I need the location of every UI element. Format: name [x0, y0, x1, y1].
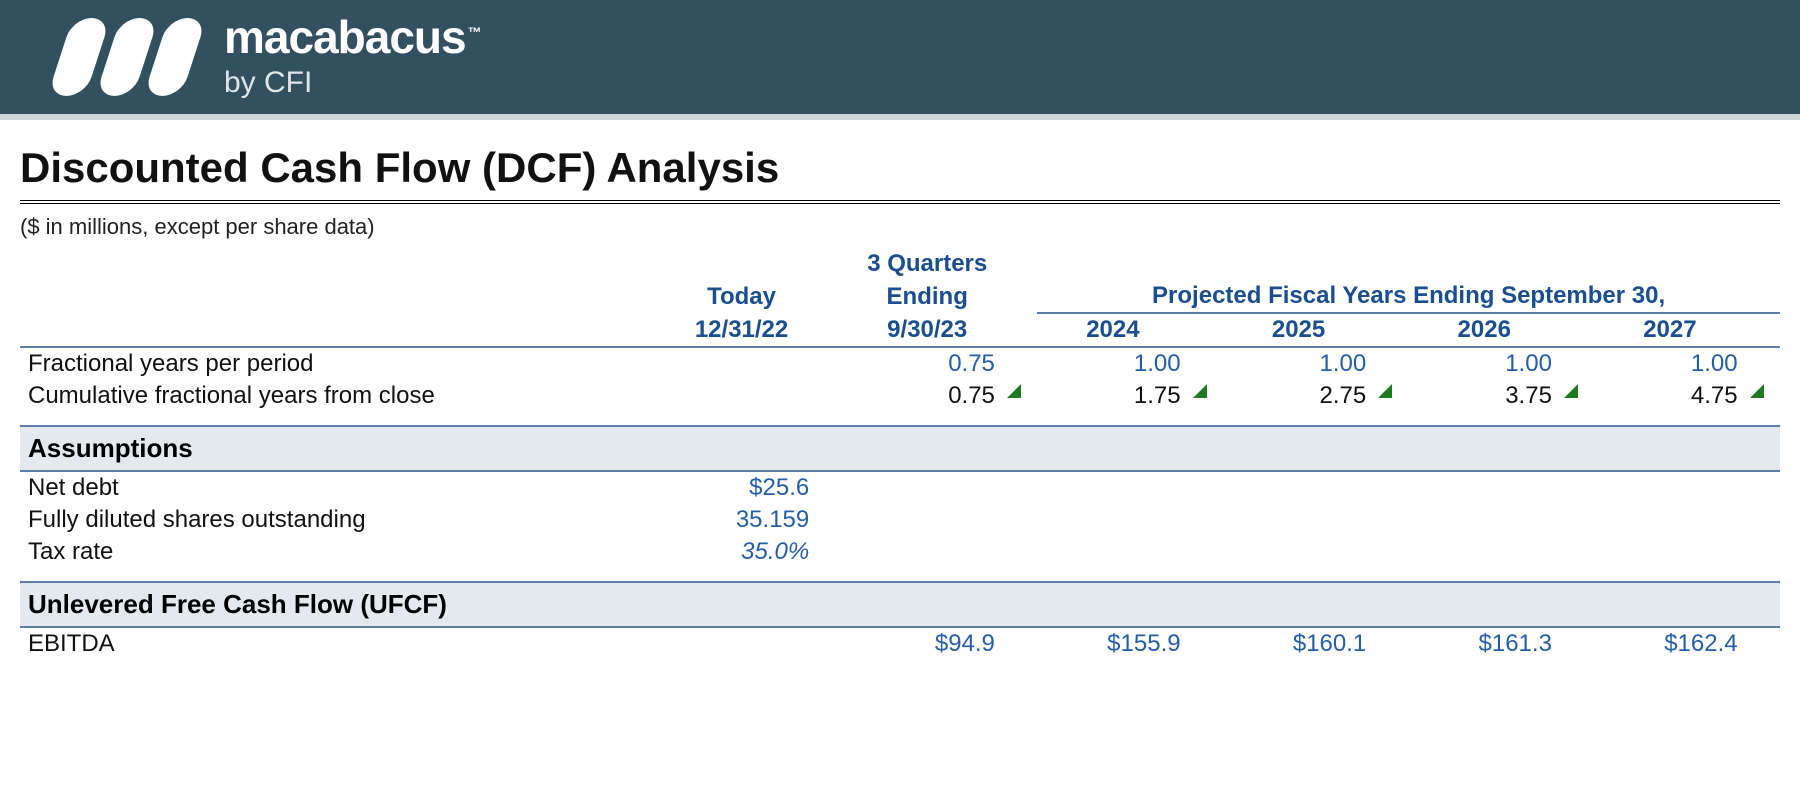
cell-value: $94.9 — [852, 627, 1003, 660]
dcf-table: 3 Quarters Today Ending Projected Fiscal… — [20, 248, 1780, 660]
header-year-2027: 2027 — [1594, 313, 1745, 347]
comment-flag-icon — [1564, 384, 1578, 398]
cell-value: $162.4 — [1594, 627, 1745, 660]
cell-value: 35.0% — [666, 536, 817, 568]
comment-flag-icon — [1750, 384, 1764, 398]
label-cumulative-years: Cumulative fractional years from close — [20, 380, 666, 412]
row-fractional-years: Fractional years per period 0.75 1.00 1.… — [20, 347, 1780, 380]
page-title: Discounted Cash Flow (DCF) Analysis — [20, 144, 1780, 204]
cell-value: 1.75 — [1037, 380, 1188, 412]
cell-value: 0.75 — [852, 380, 1003, 412]
header-stub-top: 3 Quarters — [852, 248, 1003, 280]
label-net-debt: Net debt — [20, 471, 666, 504]
comment-flag-icon — [1007, 384, 1021, 398]
label-fractional-years: Fractional years per period — [20, 347, 666, 380]
header-stub-date: 9/30/23 — [852, 313, 1003, 347]
cell-value: 35.159 — [666, 504, 817, 536]
cell-value: 1.00 — [1594, 347, 1745, 380]
label-ebitda: EBITDA — [20, 627, 666, 660]
cell-value: $155.9 — [1037, 627, 1188, 660]
row-tax-rate: Tax rate 35.0% — [20, 536, 1780, 568]
comment-flag-icon — [1378, 384, 1392, 398]
row-ebitda: EBITDA $94.9 $155.9 $160.1 $161.3 $162.4 — [20, 627, 1780, 660]
brand-name: macabacus — [224, 11, 466, 63]
section-assumptions: Assumptions — [20, 426, 1780, 471]
logo-text: macabacus™ by CFI — [224, 14, 481, 100]
row-cumulative-years: Cumulative fractional years from close 0… — [20, 380, 1780, 412]
comment-flag-icon — [1193, 384, 1207, 398]
header-year-2025: 2025 — [1223, 313, 1374, 347]
cell-value: 2.75 — [1223, 380, 1374, 412]
header-year-2026: 2026 — [1409, 313, 1560, 347]
section-assumptions-label: Assumptions — [20, 426, 1780, 471]
label-fdso: Fully diluted shares outstanding — [20, 504, 666, 536]
header-year-2024: 2024 — [1037, 313, 1188, 347]
logo-icon — [60, 18, 194, 96]
row-fdso: Fully diluted shares outstanding 35.159 — [20, 504, 1780, 536]
cell-value: 4.75 — [1594, 380, 1745, 412]
header-projected-label: Projected Fiscal Years Ending September … — [1037, 280, 1780, 313]
label-tax-rate: Tax rate — [20, 536, 666, 568]
cell-value: 0.75 — [852, 347, 1003, 380]
header-today-label: Today — [666, 280, 817, 313]
cell-value: 1.00 — [1223, 347, 1374, 380]
row-net-debt: Net debt $25.6 — [20, 471, 1780, 504]
cell-value: 3.75 — [1409, 380, 1560, 412]
section-ufcf-label: Unlevered Free Cash Flow (UFCF) — [20, 582, 1780, 627]
header-today-date: 12/31/22 — [666, 313, 817, 347]
section-ufcf: Unlevered Free Cash Flow (UFCF) — [20, 582, 1780, 627]
unit-note: ($ in millions, except per share data) — [20, 214, 1780, 240]
cell-value: $25.6 — [666, 471, 817, 504]
cell-value: $161.3 — [1409, 627, 1560, 660]
brand-byline: by CFI — [224, 66, 481, 100]
cell-value: 1.00 — [1037, 347, 1188, 380]
cell-value: $160.1 — [1223, 627, 1374, 660]
header-stub-bottom: Ending — [852, 280, 1003, 313]
trademark-icon: ™ — [468, 24, 481, 40]
cell-value: 1.00 — [1409, 347, 1560, 380]
brand-banner: macabacus™ by CFI — [0, 0, 1800, 120]
